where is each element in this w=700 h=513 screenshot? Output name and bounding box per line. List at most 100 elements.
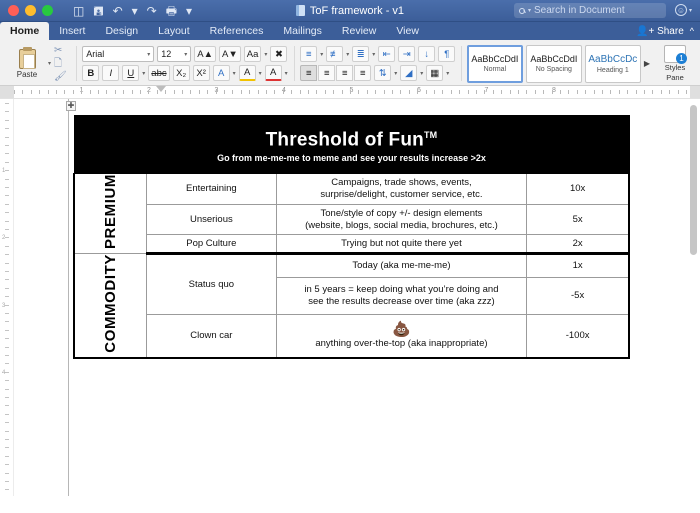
align-left-icon[interactable]: ≡ xyxy=(300,65,318,81)
scrollbar-thumb[interactable] xyxy=(690,105,697,255)
underline-button[interactable]: U xyxy=(122,65,140,81)
change-case-button[interactable]: Aa xyxy=(243,46,262,62)
numbered-list-icon[interactable]: ≢ xyxy=(326,46,344,62)
grow-font-button[interactable]: A▲ xyxy=(194,46,217,62)
chevron-down-icon[interactable]: ▾ xyxy=(446,70,449,77)
align-right-icon[interactable]: ≡ xyxy=(336,65,354,81)
increase-indent-icon[interactable]: ⇥ xyxy=(398,46,416,62)
redo-icon[interactable]: ↷ xyxy=(147,5,157,17)
minimize-window-button[interactable] xyxy=(25,5,36,16)
chevron-down-icon[interactable]: ▾ xyxy=(372,51,375,58)
ruler-tick xyxy=(468,90,469,94)
tab-layout[interactable]: Layout xyxy=(148,22,200,40)
close-window-button[interactable] xyxy=(8,5,19,16)
strikethrough-button[interactable]: abc xyxy=(148,65,170,81)
save-icon[interactable]: 🖪 xyxy=(93,5,103,17)
section-label-commodity-text: COMMODITY xyxy=(101,254,119,354)
align-center-icon[interactable]: ≡ xyxy=(318,65,336,81)
bold-button[interactable]: B xyxy=(82,65,100,81)
table-move-handle[interactable]: ✚ xyxy=(66,101,76,111)
vertical-ruler-tick xyxy=(5,170,9,171)
horizontal-ruler[interactable]: 12345678 xyxy=(0,86,700,99)
tab-insert[interactable]: Insert xyxy=(49,22,95,40)
search-dropdown-icon[interactable]: ▾ xyxy=(528,7,531,14)
tab-references[interactable]: References xyxy=(200,22,274,40)
pilcrow-icon[interactable]: ¶ xyxy=(438,46,456,62)
table-row[interactable]: Pop Culture Trying but not quite there y… xyxy=(74,234,631,256)
tab-view[interactable]: View xyxy=(386,22,429,40)
multilevel-list-icon[interactable]: ≣ xyxy=(352,46,370,62)
zoom-window-button[interactable] xyxy=(42,5,53,16)
customize-toolbar-icon[interactable]: ▾ xyxy=(186,5,192,17)
ruler-tick xyxy=(434,90,435,94)
vertical-ruler-tick xyxy=(5,246,9,247)
vertical-ruler-number: 1 xyxy=(2,167,6,174)
text-effects-dropdown-icon[interactable]: ▾ xyxy=(233,70,236,77)
font-color-dropdown-icon[interactable]: ▾ xyxy=(285,70,288,77)
paragraph-row-1: ≡ ▾ ≢ ▾ ≣ ▾ ⇤ ⇥ ↓ ¶ xyxy=(300,46,456,62)
shading-icon[interactable]: ◢ xyxy=(400,65,418,81)
styles-pane-button[interactable]: Styles Pane xyxy=(653,45,697,82)
justify-icon[interactable]: ≡ xyxy=(354,65,372,81)
print-icon[interactable]: 🖶 xyxy=(166,5,177,17)
undo-dropdown-icon[interactable]: ▾ xyxy=(132,5,138,17)
ruler-tick xyxy=(140,90,141,94)
style-no-spacing[interactable]: AaBbCcDdI No Spacing xyxy=(525,44,582,83)
chevron-up-icon[interactable]: ^ xyxy=(690,26,694,36)
tab-home[interactable]: Home xyxy=(0,22,50,40)
style-normal[interactable]: AaBbCcDdI Normal xyxy=(466,44,523,83)
table-row[interactable]: PREMIUM Entertaining Campaigns, trade sh… xyxy=(73,173,631,255)
italic-button[interactable]: I xyxy=(102,65,120,81)
line-spacing-icon[interactable]: ⇅ xyxy=(374,65,392,81)
ruler-tick xyxy=(392,90,393,94)
first-line-indent-marker[interactable] xyxy=(156,86,166,92)
vertical-ruler-tick xyxy=(5,128,9,129)
document-page[interactable]: ✚ Threshold of FunTM Go from me-me-me to… xyxy=(14,99,700,496)
tab-design[interactable]: Design xyxy=(95,22,148,40)
account-menu[interactable]: ☺ ▾ xyxy=(674,4,692,16)
borders-icon[interactable]: ▦ xyxy=(426,65,444,81)
ruler-tick xyxy=(241,90,242,94)
chevron-down-icon[interactable]: ▾ xyxy=(320,51,323,58)
share-button[interactable]: 👤+ Share xyxy=(636,26,684,37)
style-heading-1[interactable]: AaBbCcDc Heading 1 xyxy=(584,44,641,83)
bulleted-list-icon[interactable]: ≡ xyxy=(300,46,318,62)
clear-formatting-button[interactable]: ✖ xyxy=(270,46,288,62)
chevron-down-icon[interactable]: ▾ xyxy=(394,70,397,77)
chevron-down-icon[interactable]: ▾ xyxy=(420,70,423,77)
text-effects-button[interactable]: A xyxy=(212,65,230,81)
shrink-font-button[interactable]: A▼ xyxy=(219,46,241,62)
decrease-indent-icon[interactable]: ⇤ xyxy=(378,46,396,62)
paintbrush-icon[interactable]: 🖌 xyxy=(54,71,67,82)
paste-button[interactable]: Paste xyxy=(4,46,46,79)
highlight-button[interactable]: A xyxy=(238,65,256,81)
tab-review[interactable]: Review xyxy=(332,22,386,40)
vertical-scrollbar[interactable] xyxy=(690,105,697,485)
chevron-down-icon[interactable]: ▾ xyxy=(346,51,349,58)
ruler-tick xyxy=(552,90,553,94)
ruler-tick xyxy=(115,90,116,94)
table-row[interactable]: COMMODITY Status quo Today (aka me-me-me… xyxy=(73,253,631,360)
font-color-button[interactable]: A xyxy=(264,65,282,81)
tab-mailings[interactable]: Mailings xyxy=(273,22,332,40)
underline-dropdown-icon[interactable]: ▾ xyxy=(142,70,145,77)
copy-icon[interactable]: 🗋 xyxy=(54,58,67,69)
font-size-select[interactable]: 12 ▾ xyxy=(157,46,192,62)
undo-icon[interactable]: ↶ xyxy=(113,5,123,17)
vertical-ruler[interactable]: 1 2 3 4 xyxy=(0,99,14,496)
highlight-dropdown-icon[interactable]: ▾ xyxy=(259,70,262,77)
search-input[interactable]: ▾ Search in Document xyxy=(514,3,666,18)
table-row[interactable]: Clown car 💩 anything over-the-top (aka i… xyxy=(74,314,631,360)
table-row[interactable]: Unserious Tone/style of copy +/- design … xyxy=(74,203,631,236)
subscript-button[interactable]: X₂ xyxy=(172,65,190,81)
change-case-dropdown-icon[interactable]: ▾ xyxy=(264,51,267,58)
sidebar-toggle-icon[interactable]: ◫ xyxy=(73,5,84,17)
superscript-button[interactable]: X² xyxy=(192,65,210,81)
font-family-select[interactable]: Arial ▾ xyxy=(82,46,155,62)
sort-icon[interactable]: ↓ xyxy=(418,46,436,62)
vertical-ruler-tick xyxy=(5,481,9,482)
chevron-right-icon[interactable]: ▶ xyxy=(644,59,650,68)
ruler-tick xyxy=(652,90,653,94)
threshold-of-fun-table[interactable]: Threshold of FunTM Go from me-me-me to m… xyxy=(73,114,631,360)
scissors-icon[interactable]: ✂ xyxy=(54,45,67,56)
